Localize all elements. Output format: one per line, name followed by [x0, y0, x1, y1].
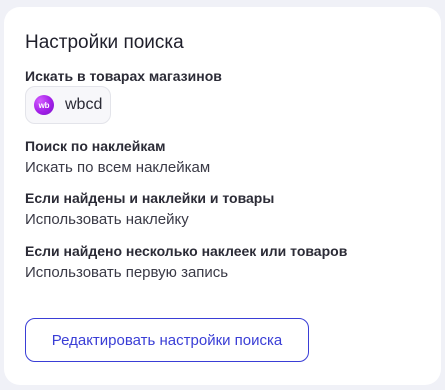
found-multiple-value: Использовать первую запись: [25, 264, 229, 281]
store-search-label: Искать в товарах магазинов: [25, 68, 222, 84]
edit-search-settings-button[interactable]: Редактировать настройки поиска: [25, 318, 309, 362]
found-both-value: Использовать наклейку: [25, 211, 189, 228]
card-title: Настройки поиска: [25, 32, 184, 53]
found-multiple-label: Если найдено несколько наклеек или товар…: [25, 243, 348, 259]
sticker-search-label: Поиск по наклейкам: [25, 138, 166, 154]
found-both-label: Если найдены и наклейки и товары: [25, 190, 275, 206]
search-settings-card: Настройки поиска Искать в товарах магази…: [4, 7, 441, 385]
store-name: wbcd: [65, 96, 103, 113]
sticker-search-value: Искать по всем наклейкам: [25, 159, 211, 176]
store-chip[interactable]: wb wbcd: [25, 86, 111, 124]
store-logo-icon: wb: [34, 95, 54, 115]
